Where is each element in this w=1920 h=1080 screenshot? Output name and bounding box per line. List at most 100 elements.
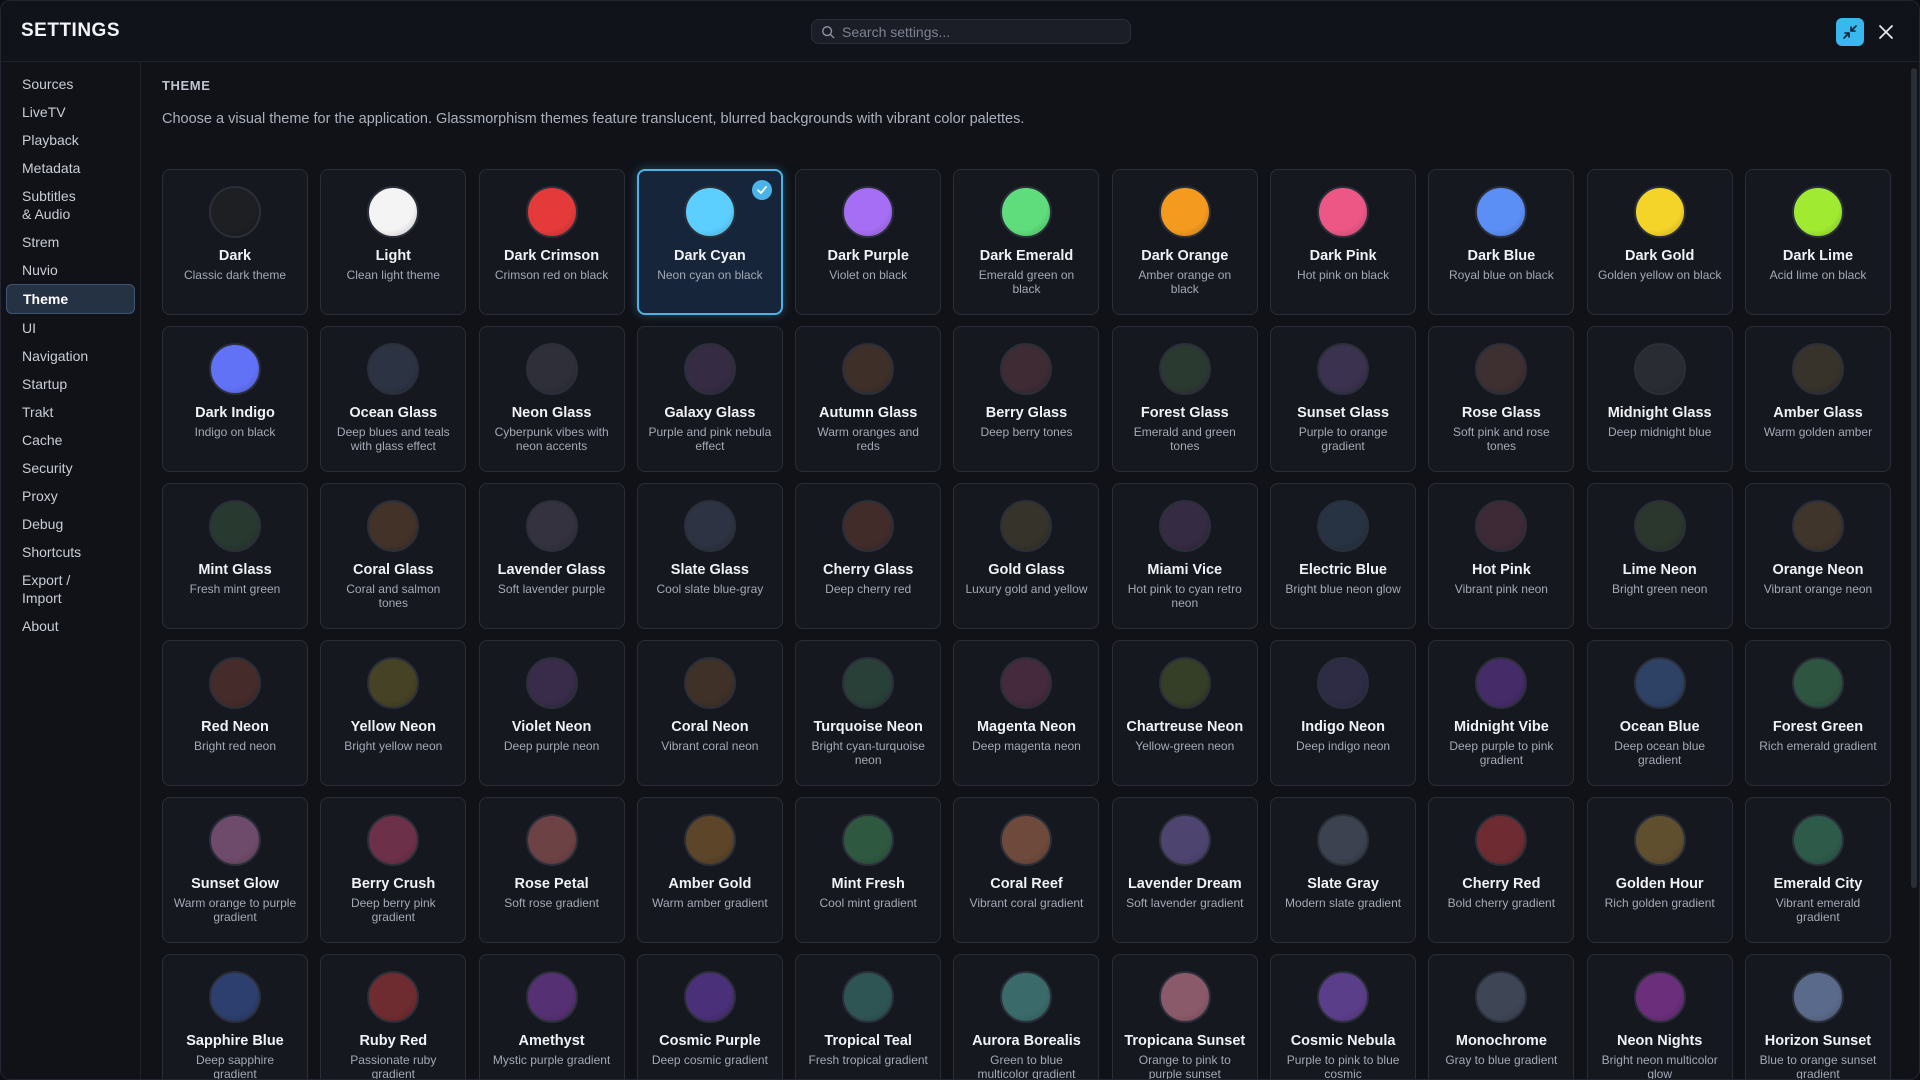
theme-card[interactable]: Ocean Glass Deep blues and teals with gla… — [320, 326, 467, 472]
sidebar-item-subtitles-audio[interactable]: Subtitles & Audio — [6, 182, 96, 228]
theme-card[interactable]: Dark Pink Hot pink on black — [1270, 169, 1417, 315]
theme-card[interactable]: Dark Cyan Neon cyan on black — [636, 169, 783, 315]
theme-card[interactable]: Violet Neon Deep purple neon — [478, 640, 625, 786]
search-input[interactable] — [842, 23, 1122, 40]
sidebar-item-playback[interactable]: Playback — [6, 126, 135, 154]
theme-card[interactable]: Slate Gray Modern slate gradient — [1270, 797, 1417, 943]
theme-card[interactable]: Emerald City Vibrant emerald gradient — [1744, 797, 1891, 943]
theme-card[interactable]: Coral Reef Vibrant coral gradient — [953, 797, 1100, 943]
theme-card[interactable]: Mint Glass Fresh mint green — [162, 483, 308, 629]
theme-card[interactable]: Tropical Teal Fresh tropical gradient — [795, 954, 942, 1079]
theme-card[interactable]: Amethyst Mystic purple gradient — [478, 954, 625, 1079]
theme-card[interactable]: Cosmic Nebula Purple to pink to blue cosm… — [1270, 954, 1417, 1079]
theme-card[interactable]: Rose Petal Soft rose gradient — [478, 797, 625, 943]
theme-description: Crimson red on black — [494, 268, 609, 282]
sidebar-item-metadata[interactable]: Metadata — [6, 154, 135, 182]
sidebar-item-trakt[interactable]: Trakt — [6, 398, 135, 426]
compact-view-button[interactable] — [1836, 18, 1864, 46]
theme-card[interactable]: Dark Emerald Emerald green on black — [953, 169, 1100, 315]
sidebar-item-about[interactable]: About — [6, 612, 135, 640]
theme-card[interactable]: Amber Glass Warm golden amber — [1744, 326, 1891, 472]
theme-card[interactable]: Coral Glass Coral and salmon tones — [320, 483, 467, 629]
theme-card[interactable]: Aurora Borealis Green to blue multicolor … — [953, 954, 1100, 1079]
theme-card[interactable]: Neon Glass Cyberpunk vibes with neon acce… — [478, 326, 625, 472]
theme-card[interactable]: Sunset Glow Warm orange to purple gradien… — [162, 797, 308, 943]
theme-card[interactable]: Dark Blue Royal blue on black — [1428, 169, 1575, 315]
theme-name: Neon Nights — [1616, 1033, 1703, 1049]
theme-card[interactable]: Orange Neon Vibrant orange neon — [1744, 483, 1891, 629]
theme-card[interactable]: Ruby Red Passionate ruby gradient — [320, 954, 467, 1079]
theme-card[interactable]: Indigo Neon Deep indigo neon — [1270, 640, 1417, 786]
theme-card[interactable]: Horizon Sunset Blue to orange sunset grad… — [1744, 954, 1891, 1079]
theme-swatch — [367, 186, 420, 238]
sidebar-item-cache[interactable]: Cache — [6, 426, 135, 454]
theme-card[interactable]: Dark Crimson Crimson red on black — [478, 169, 625, 315]
theme-card[interactable]: Dark Lime Acid lime on black — [1744, 169, 1891, 315]
theme-card[interactable]: Rose Glass Soft pink and rose tones — [1428, 326, 1575, 472]
theme-card[interactable]: Sapphire Blue Deep sapphire gradient — [162, 954, 308, 1079]
theme-card[interactable]: Dark Purple Violet on black — [795, 169, 942, 315]
close-button[interactable] — [1872, 18, 1900, 46]
theme-card[interactable]: Autumn Glass Warm oranges and reds — [795, 326, 942, 472]
theme-card[interactable]: Sunset Glass Purple to orange gradient — [1270, 326, 1417, 472]
theme-name: Violet Neon — [511, 719, 592, 735]
theme-card[interactable]: Mint Fresh Cool mint gradient — [795, 797, 942, 943]
theme-card[interactable]: Electric Blue Bright blue neon glow — [1270, 483, 1417, 629]
theme-card[interactable]: Hot Pink Vibrant pink neon — [1428, 483, 1575, 629]
theme-card[interactable]: Cherry Red Bold cherry gradient — [1428, 797, 1575, 943]
theme-card[interactable]: Turquoise Neon Bright cyan-turquoise neon — [795, 640, 942, 786]
theme-card[interactable]: Forest Glass Emerald and green tones — [1111, 326, 1258, 472]
theme-card[interactable]: Dark Gold Golden yellow on black — [1586, 169, 1733, 315]
theme-card[interactable]: Light Clean light theme — [320, 169, 467, 315]
sidebar-item-livetv[interactable]: LiveTV — [6, 98, 135, 126]
theme-swatch — [1633, 814, 1686, 866]
theme-card[interactable]: Coral Neon Vibrant coral neon — [636, 640, 783, 786]
theme-card[interactable]: Berry Glass Deep berry tones — [953, 326, 1100, 472]
theme-card[interactable]: Amber Gold Warm amber gradient — [636, 797, 783, 943]
sidebar-item-sources[interactable]: Sources — [6, 70, 135, 98]
theme-card[interactable]: Berry Crush Deep berry pink gradient — [320, 797, 467, 943]
sidebar-item-shortcuts[interactable]: Shortcuts — [6, 538, 135, 566]
scrollbar[interactable] — [1911, 68, 1917, 888]
theme-swatch — [1000, 500, 1053, 552]
theme-card[interactable]: Dark Classic dark theme — [162, 169, 308, 315]
theme-card[interactable]: Golden Hour Rich golden gradient — [1586, 797, 1733, 943]
sidebar-item-theme[interactable]: Theme — [6, 284, 135, 314]
theme-card[interactable]: Monochrome Gray to blue gradient — [1428, 954, 1575, 1079]
theme-card[interactable]: Lime Neon Bright green neon — [1586, 483, 1733, 629]
sidebar-item-ui[interactable]: UI — [6, 314, 135, 342]
sidebar-item-startup[interactable]: Startup — [6, 370, 135, 398]
theme-card[interactable]: Dark Indigo Indigo on black — [162, 326, 308, 472]
theme-card[interactable]: Forest Green Rich emerald gradient — [1744, 640, 1891, 786]
theme-card[interactable]: Magenta Neon Deep magenta neon — [953, 640, 1100, 786]
theme-card[interactable]: Lavender Glass Soft lavender purple — [478, 483, 625, 629]
theme-card[interactable]: Cherry Glass Deep cherry red — [795, 483, 942, 629]
sidebar-item-debug[interactable]: Debug — [6, 510, 135, 538]
theme-card[interactable]: Midnight Glass Deep midnight blue — [1586, 326, 1733, 472]
theme-card[interactable]: Midnight Vibe Deep purple to pink gradien… — [1428, 640, 1575, 786]
theme-swatch — [209, 657, 261, 709]
theme-card[interactable]: Miami Vice Hot pink to cyan retro neon — [1111, 483, 1258, 629]
theme-card[interactable]: Ocean Blue Deep ocean blue gradient — [1586, 640, 1733, 786]
theme-card[interactable]: Yellow Neon Bright yellow neon — [320, 640, 467, 786]
search-box[interactable] — [811, 19, 1131, 44]
sidebar-item-strem[interactable]: Strem — [6, 228, 135, 256]
theme-card[interactable]: Dark Orange Amber orange on black — [1111, 169, 1258, 315]
theme-swatch — [525, 657, 578, 709]
theme-card[interactable]: Galaxy Glass Purple and pink nebula effec… — [636, 326, 783, 472]
theme-card[interactable]: Neon Nights Bright neon multicolor glow — [1586, 954, 1733, 1079]
theme-card[interactable]: Slate Glass Cool slate blue-gray — [636, 483, 783, 629]
theme-name: Tropical Teal — [824, 1033, 912, 1049]
sidebar-item-proxy[interactable]: Proxy — [6, 482, 135, 510]
theme-card[interactable]: Chartreuse Neon Yellow-green neon — [1111, 640, 1258, 786]
sidebar-item-navigation[interactable]: Navigation — [6, 342, 135, 370]
sidebar-item-security[interactable]: Security — [6, 454, 135, 482]
sidebar-item-export-import[interactable]: Export / Import — [6, 566, 96, 612]
theme-name: Gold Glass — [988, 562, 1065, 578]
sidebar-item-nuvio[interactable]: Nuvio — [6, 256, 135, 284]
theme-card[interactable]: Tropicana Sunset Orange to pink to purple… — [1111, 954, 1258, 1079]
theme-card[interactable]: Lavender Dream Soft lavender gradient — [1111, 797, 1258, 943]
theme-card[interactable]: Cosmic Purple Deep cosmic gradient — [636, 954, 783, 1079]
theme-card[interactable]: Gold Glass Luxury gold and yellow — [953, 483, 1100, 629]
theme-card[interactable]: Red Neon Bright red neon — [162, 640, 308, 786]
